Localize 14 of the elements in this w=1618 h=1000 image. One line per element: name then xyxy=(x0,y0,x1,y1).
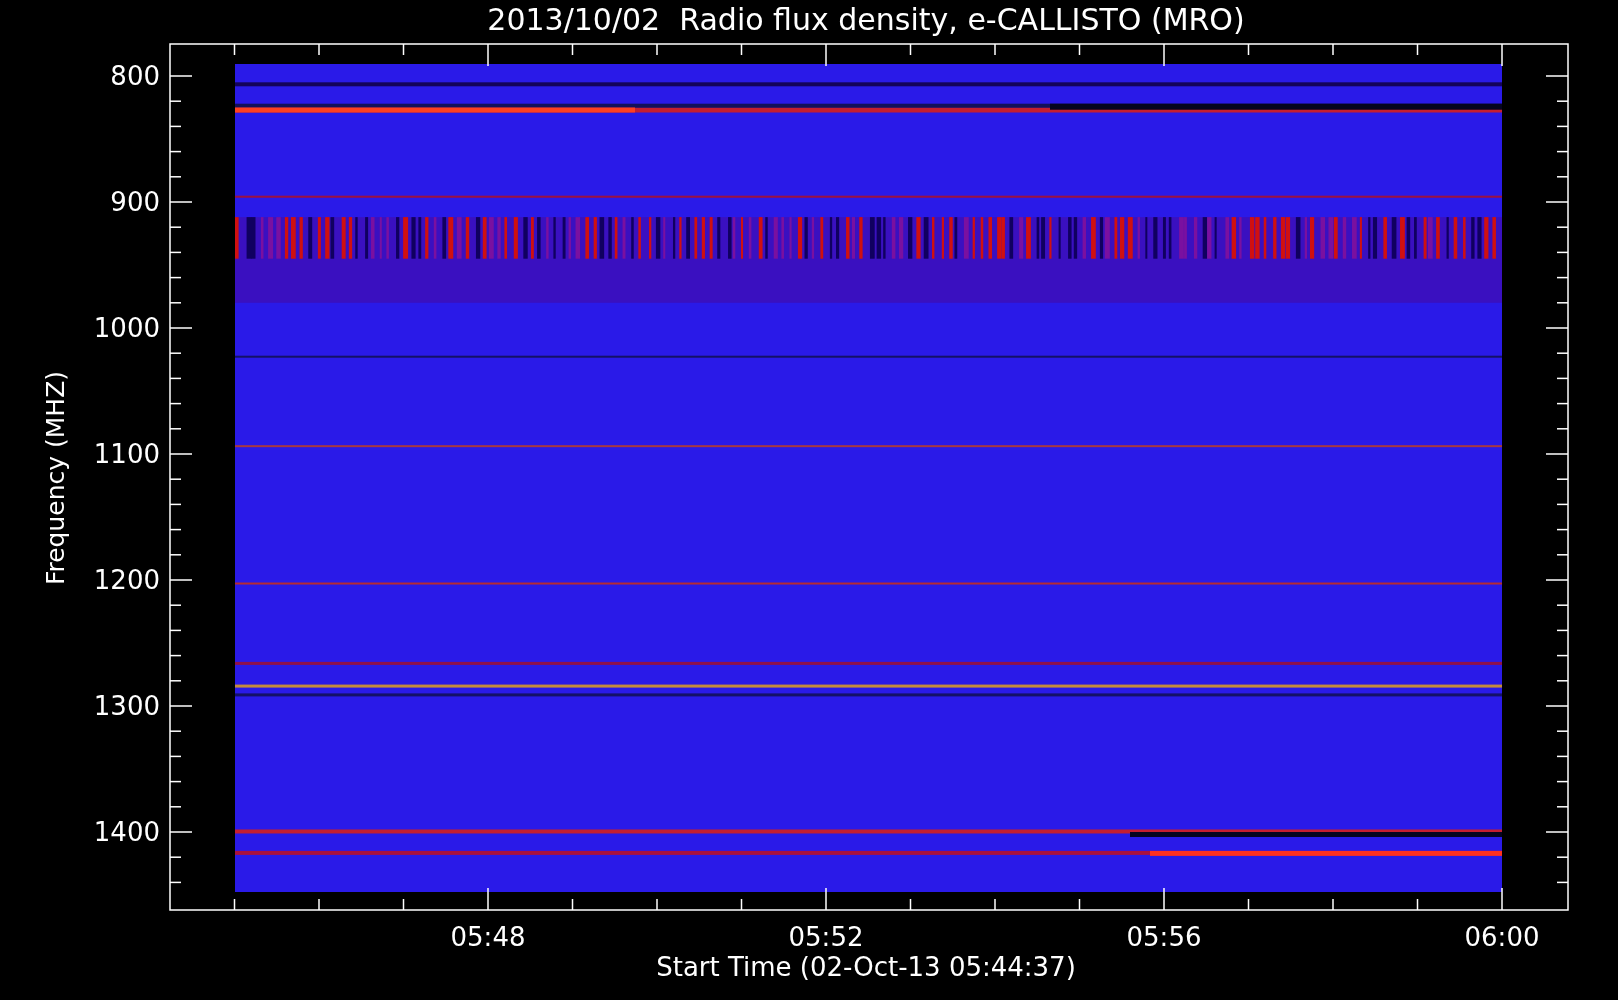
y-tick-label: 1400 xyxy=(93,817,160,847)
y-tick-label: 900 xyxy=(110,187,160,217)
y-tick-label: 1100 xyxy=(93,439,160,469)
y-tick-label: 800 xyxy=(110,61,160,91)
y-tick-label: 1200 xyxy=(93,565,160,595)
x-tick-label: 06:00 xyxy=(1464,922,1540,952)
plot-title: 2013/10/02 Radio flux density, e-CALLISTO (MRO) xyxy=(487,2,1245,37)
x-axis-label: Start Time (02-Oct-13 05:44:37) xyxy=(656,952,1076,982)
y-tick-label: 1300 xyxy=(93,691,160,721)
x-tick-label: 05:48 xyxy=(450,922,526,952)
x-tick-label: 05:52 xyxy=(788,922,864,952)
x-tick-label: 05:56 xyxy=(1126,922,1202,952)
y-tick-label: 1000 xyxy=(93,313,160,343)
y-axis-label: Frequency (MHZ) xyxy=(41,370,70,586)
